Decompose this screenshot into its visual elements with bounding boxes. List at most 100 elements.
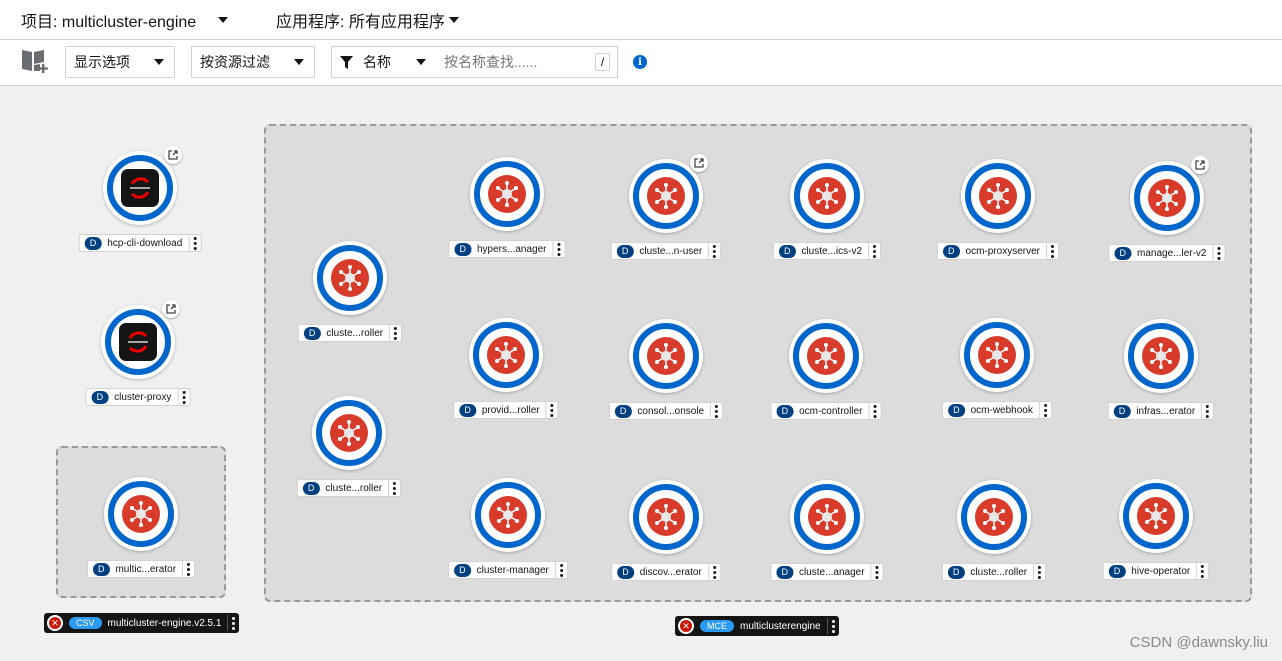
filter-type-dropdown[interactable]: 名称 [331, 46, 437, 78]
node-label[interactable]: D cluste...roller [296, 479, 402, 497]
kebab-menu-icon[interactable] [708, 243, 720, 259]
deployment-badge: D [1108, 564, 1126, 578]
chevron-down-icon [154, 59, 164, 65]
open-url-icon[interactable] [1191, 156, 1209, 174]
node-label[interactable]: D hcp-cli-download [78, 234, 202, 252]
deployment-badge: D [947, 565, 965, 579]
node-name: cluste...ics-v2 [801, 245, 863, 257]
node-ring[interactable] [471, 478, 545, 552]
application-selector[interactable]: 应用程序: 所有应用程序 [276, 8, 459, 32]
node-label[interactable]: D cluste...n-user [610, 242, 722, 260]
node-ring[interactable] [312, 396, 386, 470]
top-bar: 项目: multicluster-engine 应用程序: 所有应用程序 [0, 0, 1282, 40]
deployment-badge: D [1113, 404, 1131, 418]
search-input[interactable] [436, 46, 618, 78]
node-label[interactable]: D ocm-webhook [942, 401, 1052, 419]
node-ring[interactable] [101, 305, 175, 379]
pod-icon [807, 337, 845, 375]
kebab-menu-icon[interactable] [388, 480, 400, 496]
node-ring[interactable] [313, 241, 387, 315]
kebab-menu-icon[interactable] [1212, 245, 1224, 261]
node-label[interactable]: D cluster-proxy [85, 388, 191, 406]
node-label[interactable]: D hypers...anager [448, 240, 566, 258]
kebab-menu-icon[interactable] [1045, 243, 1058, 259]
node-ring[interactable] [470, 157, 544, 231]
node-ring[interactable] [629, 159, 703, 233]
node-ring[interactable] [629, 480, 703, 554]
node-ring[interactable] [960, 318, 1034, 392]
deployment-badge: D [948, 403, 965, 417]
node-label[interactable]: D cluste...ics-v2 [772, 242, 882, 260]
node-ring[interactable] [1130, 161, 1204, 235]
deployment-badge: D [1114, 246, 1132, 260]
error-status-icon: ✕ [47, 615, 63, 631]
node-name: multic...erator [115, 563, 177, 575]
node-label[interactable]: D discov...erator [611, 563, 721, 581]
node-ring[interactable] [469, 318, 543, 392]
node-label[interactable]: D cluster-manager [448, 561, 568, 579]
deployment-badge: D [616, 244, 634, 258]
kebab-menu-icon[interactable] [1033, 564, 1045, 580]
kebab-menu-icon[interactable] [177, 389, 189, 405]
pod-icon [330, 414, 368, 452]
info-icon[interactable]: i [633, 55, 647, 69]
keyboard-shortcut-hint: / [595, 53, 610, 71]
kebab-menu-icon[interactable] [554, 562, 567, 578]
kebab-menu-icon[interactable] [868, 403, 880, 419]
kebab-menu-icon[interactable] [710, 403, 722, 419]
deployment-badge: D [943, 244, 960, 258]
chevron-down-icon [218, 17, 229, 23]
kebab-menu-icon[interactable] [389, 325, 401, 341]
kebab-menu-icon[interactable] [1038, 402, 1051, 418]
filter-by-resource-dropdown[interactable]: 按资源过滤 [191, 46, 315, 78]
node-label[interactable]: D hive-operator [1102, 562, 1210, 580]
node-label[interactable]: D infras...erator [1107, 402, 1215, 420]
display-options-dropdown[interactable]: 显示选项 [65, 46, 175, 78]
node-ring[interactable] [104, 477, 178, 551]
kebab-menu-icon[interactable] [552, 241, 565, 257]
node-ring[interactable] [790, 159, 864, 233]
node-label[interactable]: D ocm-proxyserver [937, 242, 1059, 260]
node-label[interactable]: D provid...roller [453, 401, 559, 419]
node-ring[interactable] [1124, 319, 1198, 393]
kebab-menu-icon[interactable] [545, 402, 558, 418]
kebab-menu-icon[interactable] [182, 561, 194, 577]
kebab-menu-icon[interactable] [868, 243, 880, 259]
node-ring[interactable] [629, 319, 703, 393]
node-label[interactable]: D cluste...roller [297, 324, 403, 342]
node-ring[interactable] [961, 159, 1035, 233]
node-ring[interactable] [103, 151, 177, 225]
chevron-down-icon [448, 17, 459, 23]
node-name: hive-operator [1131, 565, 1191, 577]
open-url-icon[interactable] [162, 300, 180, 318]
node-label[interactable]: D cluste...roller [941, 563, 1047, 581]
open-url-icon[interactable] [690, 154, 708, 172]
node-ring[interactable] [957, 480, 1031, 554]
node-label[interactable]: D ocm-controller [770, 402, 882, 420]
node-ring[interactable] [790, 480, 864, 554]
kebab-menu-icon[interactable] [826, 618, 839, 634]
node-label[interactable]: D consol...onsole [608, 402, 724, 420]
deployment-badge: D [454, 242, 471, 256]
mce-group-label[interactable]: ✕ MCE multiclusterengine [675, 616, 839, 636]
node-ring[interactable] [1119, 479, 1193, 553]
kebab-menu-icon[interactable] [188, 235, 200, 251]
kebab-menu-icon[interactable] [707, 564, 720, 580]
kebab-menu-icon[interactable] [1201, 403, 1213, 419]
project-selector[interactable]: 项目: multicluster-engine [21, 8, 229, 32]
node-label[interactable]: D cluste...anager [770, 563, 884, 581]
pod-icon [647, 177, 685, 215]
add-to-project-icon[interactable] [20, 48, 50, 74]
csv-group-label[interactable]: ✕ CSV multicluster-engine.v2.5.1 [44, 613, 240, 633]
mce-badge: MCE [700, 620, 734, 632]
kebab-menu-icon[interactable] [1196, 563, 1208, 579]
node-label[interactable]: D multic...erator [86, 560, 196, 578]
open-url-icon[interactable] [164, 146, 182, 164]
kebab-menu-icon[interactable] [227, 615, 239, 631]
mce-group[interactable] [264, 124, 1252, 602]
node-ring[interactable] [789, 319, 863, 393]
kebab-menu-icon[interactable] [870, 564, 883, 580]
filter-by-resource-label: 按资源过滤 [200, 54, 270, 70]
node-label[interactable]: D manage...ler-v2 [1108, 244, 1226, 262]
node-name: manage...ler-v2 [1137, 247, 1207, 259]
